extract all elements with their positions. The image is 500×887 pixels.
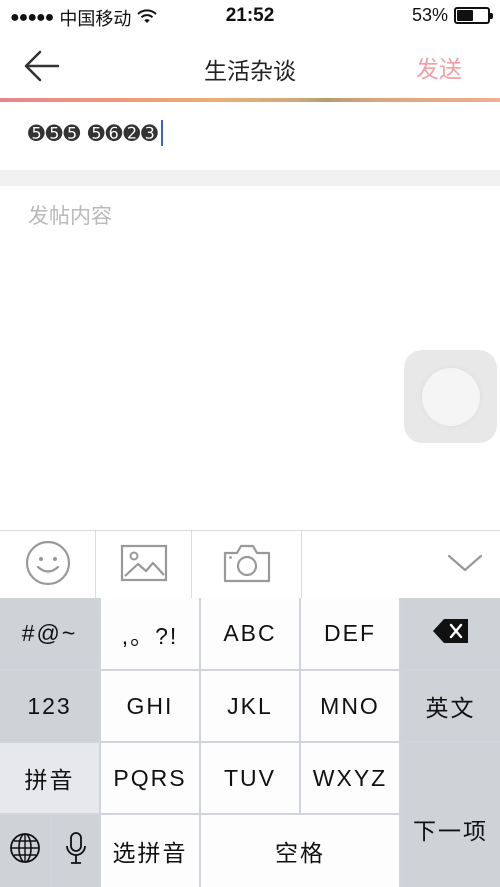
title-field[interactable]: ➎➎➎ ➎➏➋➌ (0, 102, 500, 170)
assistive-touch-icon (421, 367, 480, 426)
status-right: 53% (411, 5, 493, 26)
key-pinyin[interactable]: 拼音 (0, 743, 99, 813)
smiley-icon (24, 539, 72, 592)
key-jkl[interactable]: JKL (201, 671, 299, 741)
chevron-down-icon (447, 553, 483, 578)
key-def[interactable]: DEF (301, 598, 399, 669)
key-label: DEF (324, 620, 376, 646)
key-label: 下一项 (413, 818, 488, 844)
key-label: JKL (227, 692, 273, 719)
content-placeholder: 发帖内容 (28, 205, 112, 228)
camera-button[interactable] (192, 531, 302, 599)
key-label: GHI (126, 692, 174, 719)
camera-icon (222, 542, 272, 589)
key-delete[interactable] (401, 598, 500, 669)
key-select-pinyin[interactable]: 选拼音 (101, 815, 199, 887)
key-label: 123 (27, 692, 72, 719)
key-label: TUV (224, 764, 276, 791)
section-divider (0, 170, 500, 186)
key-label: 选拼音 (112, 840, 188, 866)
assistive-touch-button[interactable] (404, 350, 497, 443)
image-button[interactable] (96, 531, 192, 599)
key-mno[interactable]: MNO (301, 671, 399, 741)
key-123[interactable]: 123 (0, 671, 99, 741)
backspace-icon (432, 618, 470, 650)
key-ghi[interactable]: GHI (101, 671, 199, 741)
battery-icon (454, 7, 493, 24)
key-globe[interactable] (0, 815, 50, 887)
image-icon (120, 543, 168, 588)
nav-bar: 生活杂谈 发送 (0, 34, 500, 98)
send-button[interactable]: 发送 (416, 50, 462, 84)
key-label: 空格 (275, 840, 325, 866)
title-text: ➎➎➎ ➎➏➋➌ (28, 122, 159, 145)
key-label: WXYZ (312, 764, 388, 791)
key-label: MNO (320, 692, 380, 719)
battery-percent: 53% (411, 5, 448, 25)
compose-toolbar (0, 530, 500, 599)
key-label: 拼音 (24, 767, 75, 793)
microphone-icon (65, 831, 87, 871)
key-wxyz[interactable]: WXYZ (301, 743, 399, 813)
key-label: ABC (223, 620, 277, 646)
key-label: ,。?! (121, 622, 179, 649)
text-caret (160, 120, 163, 146)
key-label: #@~ (21, 620, 78, 646)
key-label: PQRS (113, 764, 187, 791)
battery-fill (457, 10, 473, 21)
key-tuv[interactable]: TUV (201, 743, 299, 813)
key-microphone[interactable] (52, 815, 99, 887)
key-abc[interactable]: ABC (201, 598, 299, 669)
emoji-button[interactable] (0, 531, 96, 599)
keyboard: #@~ ,。?! ABC DEF 123 GHI JKL MNO 英文 拼音 P… (0, 598, 500, 887)
key-pqrs[interactable]: PQRS (101, 743, 199, 813)
key-english[interactable]: 英文 (401, 671, 500, 741)
key-punctuation[interactable]: ,。?! (101, 598, 199, 669)
key-space[interactable]: 空格 (201, 815, 399, 887)
status-bar: ●●●●● 中国移动 21:52 53% (0, 0, 500, 34)
key-label: 英文 (425, 695, 476, 721)
globe-icon (9, 832, 41, 870)
key-symbols[interactable]: #@~ (0, 598, 99, 669)
title-input-value[interactable]: ➎➎➎ ➎➏➋➌ (28, 120, 163, 146)
key-next[interactable]: 下一项 (401, 743, 500, 887)
collapse-keyboard-button[interactable] (430, 531, 500, 599)
